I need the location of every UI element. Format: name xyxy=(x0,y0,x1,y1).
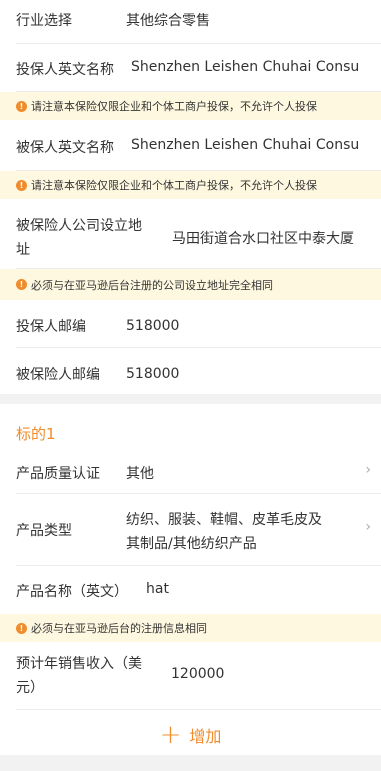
quality-cert-value[interactable]: 其他 xyxy=(126,463,154,483)
notice-address: ! 必须与在亚马逊后台注册的公司设立地址完全相同 xyxy=(0,269,381,300)
insured-address-row[interactable]: 被保险人公司设立地 址 马田街道合水口社区中泰大厦 xyxy=(16,199,381,269)
add-subject-button[interactable]: + 增加 xyxy=(0,722,381,748)
product-name-label: 产品名称（英文） xyxy=(16,584,128,600)
industry-label: 行业选择 xyxy=(16,13,72,29)
alert-icon: ! xyxy=(16,179,27,191)
notice-individual-1: ! 请注意本保险仅限企业和个体工商户投保，不允许个人投保 xyxy=(0,92,381,120)
policyholder-name-label: 投保人英文名称 xyxy=(16,62,114,78)
insured-address-label-line1: 被保险人公司设立地 xyxy=(16,218,142,234)
insured-zip-label: 被保险人邮编 xyxy=(16,367,100,383)
policyholder-name-input[interactable]: Shenzhen Leishen Chuhai Consu xyxy=(131,59,381,75)
notice-text: 请注意本保险仅限企业和个体工商户投保，不允许个人投保 xyxy=(31,179,317,192)
annual-sales-label-line2: 元） xyxy=(16,680,44,696)
alert-icon: ! xyxy=(16,279,27,290)
subject-card: 标的1 产品质量认证 其他 › 产品类型 纺织、服装、鞋帽、皮革毛皮及 其制品/… xyxy=(0,404,381,755)
product-type-value[interactable]: 纺织、服装、鞋帽、皮革毛皮及 其制品/其他纺织产品 xyxy=(126,508,322,556)
insured-name-input[interactable]: Shenzhen Leishen Chuhai Consu xyxy=(131,137,381,153)
notice-individual-2: ! 请注意本保险仅限企业和个体工商户投保，不允许个人投保 xyxy=(0,171,381,199)
insured-zip-row[interactable]: 被保险人邮编 518000 xyxy=(16,348,381,394)
subject-title: 标的1 xyxy=(16,425,56,443)
annual-sales-label-line1: 预计年销售收入（美 xyxy=(16,656,142,672)
notice-text: 请注意本保险仅限企业和个体工商户投保，不允许个人投保 xyxy=(31,100,317,113)
industry-value[interactable]: 其他综合零售 xyxy=(126,10,210,30)
insured-address-input[interactable]: 马田街道合水口社区中泰大厦 xyxy=(172,228,381,248)
insured-address-label: 被保险人公司设立地 址 xyxy=(16,214,142,262)
product-name-input[interactable]: hat xyxy=(146,581,169,597)
policyholder-zip-label: 投保人邮编 xyxy=(16,319,86,335)
add-button-label: 增加 xyxy=(189,727,222,746)
product-type-label: 产品类型 xyxy=(16,523,72,539)
form-card-basic: 行业选择 其他综合零售 投保人英文名称 Shenzhen Leishen Chu… xyxy=(0,0,381,394)
annual-sales-label: 预计年销售收入（美 元） xyxy=(16,652,142,700)
annual-sales-input[interactable]: 120000 xyxy=(171,666,224,682)
quality-cert-label: 产品质量认证 xyxy=(16,466,100,482)
policyholder-zip-input[interactable]: 518000 xyxy=(126,318,179,334)
quality-cert-row[interactable]: 产品质量认证 其他 › xyxy=(16,450,381,494)
product-type-row[interactable]: 产品类型 纺织、服装、鞋帽、皮革毛皮及 其制品/其他纺织产品 › xyxy=(16,494,381,566)
alert-icon: ! xyxy=(16,622,27,634)
policyholder-zip-row[interactable]: 投保人邮编 518000 xyxy=(16,300,381,348)
insured-address-label-line2: 址 xyxy=(16,242,30,258)
product-name-row[interactable]: 产品名称（英文） hat xyxy=(16,566,381,614)
insured-zip-input[interactable]: 518000 xyxy=(126,366,179,382)
notice-registration: ! 必须与在亚马逊后台的注册信息相同 xyxy=(0,614,381,642)
product-type-value-line2: 其制品/其他纺织产品 xyxy=(126,536,257,552)
notice-text: 必须与在亚马逊后台的注册信息相同 xyxy=(31,622,207,635)
policyholder-name-row[interactable]: 投保人英文名称 Shenzhen Leishen Chuhai Consu xyxy=(16,44,381,92)
notice-text: 必须与在亚马逊后台注册的公司设立地址完全相同 xyxy=(31,278,273,292)
annual-sales-row[interactable]: 预计年销售收入（美 元） 120000 xyxy=(16,642,381,710)
chevron-right-icon: › xyxy=(365,519,371,535)
insured-name-label: 被保人英文名称 xyxy=(16,140,114,156)
chevron-right-icon: › xyxy=(365,462,371,478)
plus-icon: + xyxy=(159,720,182,750)
industry-row[interactable]: 行业选择 其他综合零售 xyxy=(16,0,381,44)
product-type-value-line1: 纺织、服装、鞋帽、皮革毛皮及 xyxy=(126,512,322,528)
alert-icon: ! xyxy=(16,100,27,112)
insured-name-row[interactable]: 被保人英文名称 Shenzhen Leishen Chuhai Consu xyxy=(16,120,381,171)
